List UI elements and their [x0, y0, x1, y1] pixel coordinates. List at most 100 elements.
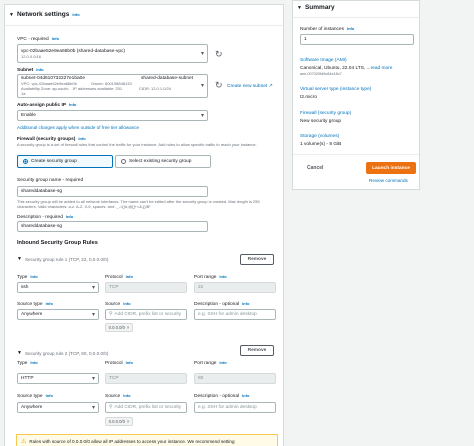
sg-description-label: Description - required Info — [17, 214, 74, 220]
instances-value: 1 — [304, 37, 307, 42]
cancel-button[interactable]: Cancel — [307, 165, 323, 171]
vpc-info-link[interactable]: Info — [52, 36, 59, 41]
rule-1-source-chip[interactable]: 0.0.0.0/0 × — [105, 323, 133, 332]
sg-description-value: shareddatabase-sg — [21, 224, 63, 229]
protocol-info-link[interactable]: Info — [126, 274, 133, 279]
read-more-link[interactable]: read more — [371, 66, 393, 71]
summary-footer-divider — [293, 154, 419, 155]
rule-desc-info-link[interactable]: Info — [242, 301, 249, 306]
source-type-info-link[interactable]: Info — [46, 301, 53, 306]
instances-info-link[interactable]: Info — [347, 26, 354, 31]
sg-name-input[interactable]: shareddatabase-sg — [17, 186, 208, 197]
instances-input[interactable]: 1 — [300, 34, 414, 45]
summary-divider — [293, 17, 419, 18]
rule-1-source-label: Source Info — [105, 301, 131, 307]
rule-1-type-select[interactable]: ssh — [17, 282, 99, 293]
rule-1-port-input: 22 — [194, 282, 276, 293]
rule-1-port-label: Port range Info — [194, 274, 227, 280]
summary-header[interactable]: ▼ Summary — [297, 4, 335, 11]
header-divider — [5, 25, 283, 26]
port-info-link[interactable]: Info — [219, 274, 226, 279]
sg-name-label: Security group name - required — [17, 178, 84, 183]
create-subnet-link[interactable]: Create new subnet ↗ — [227, 84, 273, 89]
rule-2-source-type-value: Anywhere — [21, 405, 43, 410]
caret-down-icon: ▼ — [297, 4, 302, 11]
auto-assign-select[interactable]: Enable — [17, 110, 208, 121]
storage-label[interactable]: Storage (volumes) — [300, 134, 339, 139]
vpc-select[interactable]: vpc-02baae52e9ea66b0b (shared-database-v… — [17, 44, 208, 63]
rule-1-source-placeholder: Add CIDR, prefix list or security — [114, 312, 182, 317]
rule-desc-info-link[interactable]: Info — [242, 393, 249, 398]
info-link[interactable]: Info — [72, 12, 79, 17]
rule-2-protocol-value: TCP — [109, 376, 119, 381]
caret-down-icon: ▼ — [17, 350, 22, 356]
network-settings-header[interactable]: ▼ Network settings Info — [9, 11, 80, 18]
instance-type-label[interactable]: Virtual server type (instance type) — [300, 87, 371, 92]
rule-2-header[interactable]: ▼ Security group rule 2 (TCP, 80, 0.0.0.… — [17, 350, 108, 356]
rule-1-title: Security group rule 1 (TCP, 22, 0.0.0.0/… — [24, 256, 109, 262]
rule-2-protocol-label: Protocol Info — [105, 360, 133, 366]
source-info-link[interactable]: Info — [123, 301, 130, 306]
rule-1-remove-button[interactable]: Remove — [240, 254, 274, 265]
search-icon: ⚲ — [109, 405, 113, 410]
sg-description-input[interactable]: shareddatabase-sg — [17, 221, 208, 232]
vpc-cidr: 12.0.0.0/16 — [21, 53, 42, 59]
additional-charges-link[interactable]: Additional charges apply when outside of… — [17, 125, 139, 130]
subnet-select[interactable]: subnet-04d610732227e1ba0e shared-databas… — [17, 74, 208, 98]
rule-1-source-type-select[interactable]: Anywhere — [17, 309, 99, 320]
source-type-info-link[interactable]: Info — [46, 393, 53, 398]
rule-2-source-type-label: Source type Info — [17, 393, 53, 399]
create-sg-label: Create security group — [31, 159, 77, 164]
rule-2-remove-button[interactable]: Remove — [240, 345, 274, 356]
review-commands-link[interactable]: Review commands — [369, 178, 408, 183]
firewall-info-link[interactable]: Info — [78, 136, 85, 141]
type-info-link[interactable]: Info — [30, 360, 37, 365]
rule-2-type-value: HTTP — [21, 376, 34, 381]
rule-2-port-input: 80 — [194, 373, 276, 384]
subnet-cidr: CIDR: 12.0.1.0/24 — [139, 86, 172, 91]
rule-2-source-input[interactable]: ⚲ Add CIDR, prefix list or security — [105, 402, 187, 413]
rule-2-source-type-select[interactable]: Anywhere — [17, 402, 99, 413]
instance-type-value: t2.micro — [300, 95, 318, 100]
rule-2-type-label: Type Info — [17, 360, 38, 366]
ami-id: ami-007020fd9c84e18c7 — [300, 72, 342, 76]
rule-2-source-label: Source Info — [105, 393, 131, 399]
rule-2-protocol-input: TCP — [105, 373, 187, 384]
rule-2-type-select[interactable]: HTTP — [17, 373, 99, 384]
rule-2-source-chip[interactable]: 0.0.0.0/0 × — [105, 417, 133, 426]
type-info-link[interactable]: Info — [30, 274, 37, 279]
rule-1-source-input[interactable]: ⚲ Add CIDR, prefix list or security — [105, 309, 187, 320]
ami-label[interactable]: Software Image (AMI) — [300, 58, 347, 63]
refresh-icon[interactable]: ↻ — [215, 80, 223, 91]
ami-value: Canonical, Ubuntu, 22.04 LTS, ...read mo… — [300, 66, 393, 71]
subnet-info-link[interactable]: Info — [36, 67, 43, 72]
firewall-summary-label[interactable]: Firewall (security group) — [300, 111, 351, 116]
launch-instance-button[interactable]: Launch instance — [366, 162, 416, 174]
desc-info-link[interactable]: Info — [66, 214, 73, 219]
vpc-label: VPC - required Info — [17, 36, 60, 42]
rule-1-protocol-input: TCP — [105, 282, 187, 293]
external-link-icon: ↗ — [267, 84, 273, 89]
close-icon[interactable]: × — [127, 419, 129, 424]
select-sg-label: Select existing security group — [129, 159, 192, 164]
select-existing-sg-radio[interactable]: Select existing security group — [115, 155, 211, 168]
source-info-link[interactable]: Info — [123, 393, 130, 398]
protocol-info-link[interactable]: Info — [126, 360, 133, 365]
rule-2-desc-input[interactable]: e.g. SSH for admin desktop — [194, 402, 276, 413]
close-icon[interactable]: × — [127, 325, 129, 330]
warning-icon: ⚠ — [21, 438, 27, 445]
rule-1-header[interactable]: ▼ Security group rule 1 (TCP, 22, 0.0.0.… — [17, 256, 108, 262]
rule-1-desc-input[interactable]: e.g. SSH for admin desktop — [194, 309, 276, 320]
rule-1-source-type-label: Source type Info — [17, 301, 53, 307]
rule-2-desc-placeholder: e.g. SSH for admin desktop — [198, 405, 257, 410]
port-info-link[interactable]: Info — [219, 360, 226, 365]
rule-1-protocol-value: TCP — [109, 285, 119, 290]
auto-assign-info-link[interactable]: Info — [69, 102, 76, 107]
rule-1-desc-label: Description - optional Info — [194, 301, 250, 307]
subnet-az: Availability Zone: ap-south-1a — [21, 86, 70, 96]
instances-label: Number of instances Info — [300, 26, 355, 32]
refresh-icon[interactable]: ↻ — [215, 49, 223, 60]
create-security-group-radio[interactable]: Create security group — [17, 155, 113, 168]
rule-1-source-chip-label: 0.0.0.0/0 — [108, 325, 125, 330]
subnet-label: Subnet Info — [17, 67, 44, 73]
